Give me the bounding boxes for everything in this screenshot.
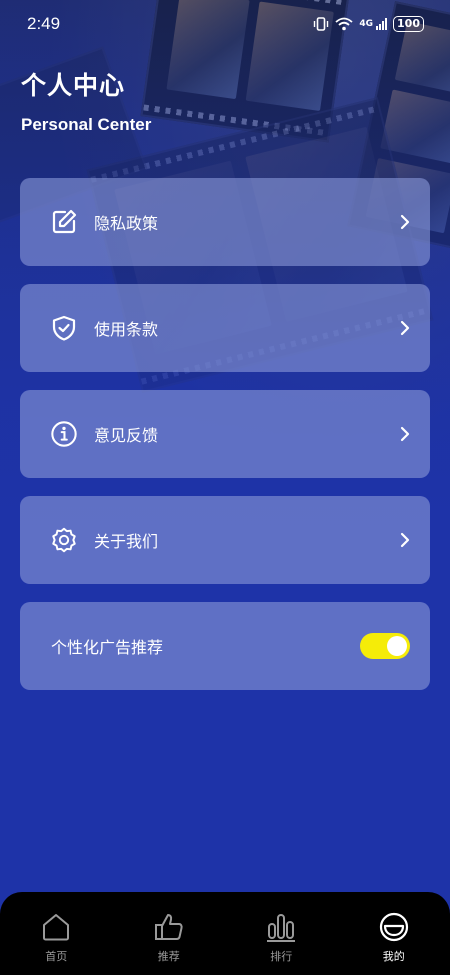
- page-title: 个人中心: [21, 71, 126, 100]
- menu-item-label: 隐私政策: [94, 214, 159, 233]
- gear-icon: [50, 526, 78, 554]
- edit-icon: [50, 208, 78, 236]
- menu-item-about-us[interactable]: 关于我们: [20, 496, 430, 584]
- signal-icon: [376, 18, 388, 30]
- chevron-right-icon: [400, 320, 410, 336]
- chevron-right-icon: [400, 426, 410, 442]
- smiley-icon: [379, 912, 408, 942]
- personalized-ads-row: 个性化广告推荐: [20, 602, 430, 690]
- chevron-right-icon: [400, 532, 410, 548]
- menu-item-feedback[interactable]: 意见反馈: [20, 390, 430, 478]
- tab-ranking[interactable]: 排行: [225, 892, 338, 975]
- network-type: 4G: [359, 19, 374, 29]
- menu-item-label: 使用条款: [94, 320, 159, 339]
- tab-label: 首页: [45, 950, 68, 963]
- thumbs-up-icon: [154, 914, 183, 940]
- tab-label: 我的: [382, 950, 405, 963]
- status-icons: 4G 100: [313, 16, 424, 32]
- personalized-ads-toggle[interactable]: [360, 633, 410, 659]
- menu-item-label: 关于我们: [94, 532, 159, 551]
- personalized-ads-label: 个性化广告推荐: [51, 638, 164, 657]
- tab-mine[interactable]: 我的: [338, 892, 450, 975]
- status-time: 2:49: [27, 14, 61, 33]
- info-icon: [50, 420, 78, 448]
- toggle-knob: [387, 636, 407, 656]
- vibrate-icon: [314, 17, 329, 31]
- tab-home[interactable]: 首页: [0, 892, 113, 975]
- settings-menu: 隐私政策 使用条款 意见反馈 关于我们 个性化广告推荐: [20, 178, 430, 708]
- page-subtitle: Personal Center: [21, 115, 152, 134]
- home-icon: [43, 914, 70, 941]
- bottom-tab-bar: 首页 推荐 排行 我的: [0, 892, 450, 975]
- shield-check-icon: [50, 314, 78, 342]
- tab-label: 推荐: [157, 950, 180, 963]
- tab-recommend[interactable]: 推荐: [113, 892, 226, 975]
- menu-item-label: 意见反馈: [94, 426, 159, 445]
- chevron-right-icon: [400, 214, 410, 230]
- status-bar: 2:49 4G 100: [0, 0, 450, 48]
- page-header: 个人中心 Personal Center: [21, 66, 151, 135]
- menu-item-terms-of-use[interactable]: 使用条款: [20, 284, 430, 372]
- battery-indicator: 100: [393, 16, 424, 32]
- wifi-icon: [335, 17, 353, 31]
- bar-chart-icon: [267, 914, 296, 942]
- tab-label: 排行: [270, 950, 293, 963]
- menu-item-privacy-policy[interactable]: 隐私政策: [20, 178, 430, 266]
